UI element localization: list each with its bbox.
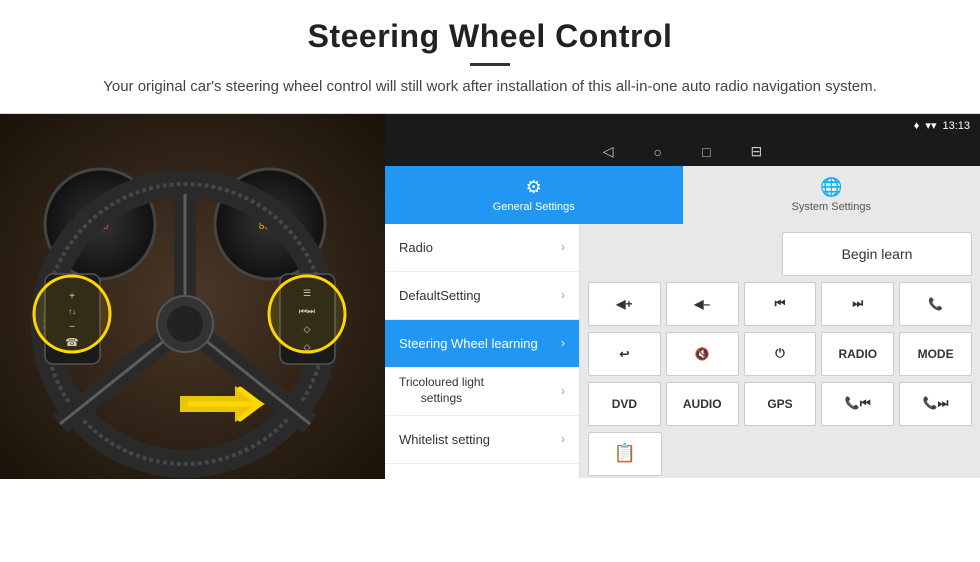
- menu-item-steering-label: Steering Wheel learning: [399, 336, 538, 351]
- phone-next-button[interactable]: 📞⏭: [899, 382, 972, 426]
- phone-next-icon: 📞⏭: [923, 396, 949, 411]
- menu-item-tricoloured-label: Tricoloured lightsettings: [399, 375, 484, 406]
- general-settings-icon: ⚙: [526, 177, 542, 198]
- menu-item-default-label: DefaultSetting: [399, 288, 481, 303]
- spacer: [588, 232, 776, 276]
- android-ui: ♦ ▾▾ 13:13 ◁ ○ □ ⊟ ⚙ General Settings 🌐 …: [385, 114, 980, 478]
- begin-learn-row: Begin learn: [588, 232, 972, 276]
- audio-label: AUDIO: [683, 397, 722, 411]
- bottom-row: 📋: [588, 432, 972, 476]
- chevron-icon: ›: [561, 288, 565, 302]
- chevron-icon: ›: [561, 240, 565, 254]
- recent-nav-icon[interactable]: □: [702, 144, 710, 160]
- settings-panel: Begin learn ◀+ ◀– ⏮ ⏭: [580, 224, 980, 478]
- vol-up-button[interactable]: ◀+: [588, 282, 661, 326]
- back-nav-icon[interactable]: ◁: [603, 143, 614, 160]
- begin-learn-button[interactable]: Begin learn: [782, 232, 972, 276]
- audio-button[interactable]: AUDIO: [666, 382, 739, 426]
- next-track-button[interactable]: ⏭: [821, 282, 894, 326]
- prev-track-icon: ⏮: [775, 296, 786, 311]
- main-content: 180 8000 + ↑↓ – ☎ ☰ ⏮⏭: [0, 113, 980, 478]
- page-subtitle: Your original car's steering wheel contr…: [60, 76, 920, 99]
- mute-icon: 🔇: [695, 347, 710, 361]
- phone-icon: 📞: [928, 297, 943, 311]
- button-row-2: ↩ 🔇 ⏻ RADIO MODE: [588, 332, 972, 376]
- phone-prev-icon: 📞⏮: [845, 396, 871, 411]
- dvd-label: DVD: [612, 397, 637, 411]
- back-button[interactable]: ↩: [588, 332, 661, 376]
- list-icon-button[interactable]: 📋: [588, 432, 662, 476]
- chevron-icon: ›: [561, 432, 565, 446]
- general-settings-label: General Settings: [493, 201, 575, 213]
- radio-button[interactable]: RADIO: [821, 332, 894, 376]
- button-row-1: ◀+ ◀– ⏮ ⏭ 📞: [588, 282, 972, 326]
- time-display: 13:13: [942, 120, 970, 132]
- status-bar: ♦ ▾▾ 13:13: [385, 114, 980, 138]
- menu-item-radio[interactable]: Radio ›: [385, 224, 579, 272]
- mute-button[interactable]: 🔇: [666, 332, 739, 376]
- menu-item-radio-label: Radio: [399, 240, 433, 255]
- radio-label: RADIO: [838, 347, 877, 361]
- vol-up-icon: ◀+: [616, 297, 632, 311]
- menu-item-whitelist[interactable]: Whitelist setting ›: [385, 416, 579, 464]
- settings-body: Radio › DefaultSetting › Steering Wheel …: [385, 224, 980, 478]
- phone-prev-button[interactable]: 📞⏮: [821, 382, 894, 426]
- tab-general-settings[interactable]: ⚙ General Settings: [385, 166, 683, 224]
- phone-button[interactable]: 📞: [899, 282, 972, 326]
- menu-item-whitelist-label: Whitelist setting: [399, 432, 490, 447]
- back-icon: ↩: [619, 347, 629, 361]
- settings-menu: Radio › DefaultSetting › Steering Wheel …: [385, 224, 580, 478]
- dvd-button[interactable]: DVD: [588, 382, 661, 426]
- location-icon: ♦: [914, 120, 920, 132]
- nav-bar[interactable]: ◁ ○ □ ⊟: [385, 138, 980, 166]
- vol-down-icon: ◀–: [694, 297, 710, 311]
- system-settings-label: System Settings: [792, 201, 871, 213]
- page-title: Steering Wheel Control: [60, 18, 920, 55]
- system-settings-icon: 🌐: [820, 177, 842, 198]
- button-row-3: DVD AUDIO GPS 📞⏮ 📞⏭: [588, 382, 972, 426]
- menu-item-tricoloured[interactable]: Tricoloured lightsettings ›: [385, 368, 579, 416]
- steering-wheel-image: 180 8000 + ↑↓ – ☎ ☰ ⏮⏭: [0, 114, 385, 479]
- prev-track-button[interactable]: ⏮: [744, 282, 817, 326]
- page-header: Steering Wheel Control Your original car…: [0, 0, 980, 109]
- screenshot-nav-icon[interactable]: ⊟: [750, 143, 762, 160]
- vol-down-button[interactable]: ◀–: [666, 282, 739, 326]
- chevron-icon: ›: [561, 384, 565, 398]
- mode-label: MODE: [918, 347, 954, 361]
- title-divider: [470, 63, 510, 66]
- menu-item-steering-wheel[interactable]: Steering Wheel learning ›: [385, 320, 579, 368]
- menu-item-default-setting[interactable]: DefaultSetting ›: [385, 272, 579, 320]
- photo-area: 180 8000 + ↑↓ – ☎ ☰ ⏮⏭: [0, 114, 385, 479]
- tab-system-settings[interactable]: 🌐 System Settings: [683, 166, 980, 224]
- gps-label: GPS: [767, 397, 792, 411]
- power-icon: ⏻: [775, 346, 785, 361]
- signal-icon: ▾▾: [925, 119, 936, 132]
- list-icon: 📋: [614, 443, 636, 464]
- power-button[interactable]: ⏻: [744, 332, 817, 376]
- mode-button[interactable]: MODE: [899, 332, 972, 376]
- settings-tabs: ⚙ General Settings 🌐 System Settings: [385, 166, 980, 224]
- gps-button[interactable]: GPS: [744, 382, 817, 426]
- next-track-icon: ⏭: [852, 296, 863, 311]
- home-nav-icon[interactable]: ○: [654, 144, 662, 160]
- chevron-icon: ›: [561, 336, 565, 350]
